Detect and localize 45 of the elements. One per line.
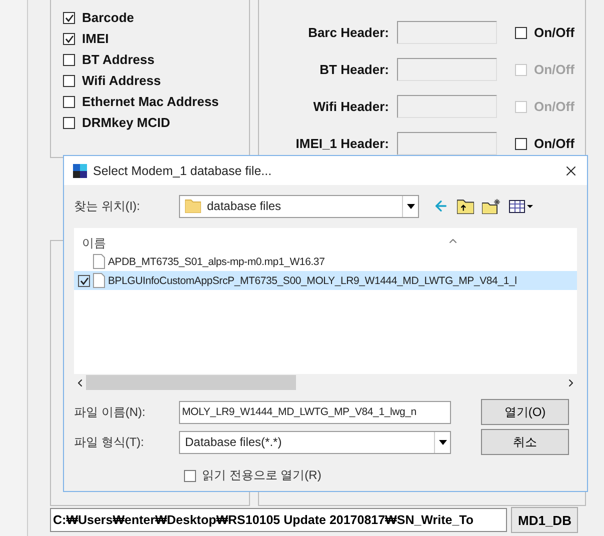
folder-icon bbox=[185, 199, 201, 213]
name-column-header[interactable]: 이름 bbox=[82, 235, 106, 252]
read-only-checkbox[interactable]: 읽기 전용으로 열기(R) bbox=[184, 467, 577, 484]
header-label: IMEI_1 Header: bbox=[294, 136, 389, 151]
header-field[interactable] bbox=[397, 132, 497, 155]
back-icon[interactable] bbox=[433, 198, 449, 214]
folder-name: database files bbox=[207, 199, 282, 213]
cancel-button[interactable]: 취소 bbox=[481, 429, 569, 455]
view-menu-icon[interactable] bbox=[509, 200, 533, 212]
up-folder-icon[interactable] bbox=[457, 198, 474, 214]
dialog-title: Select Modem_1 database file... bbox=[93, 164, 273, 178]
dropdown-arrow-icon bbox=[406, 204, 414, 208]
option-checkbox[interactable]: Ethernet Mac Address bbox=[63, 94, 249, 109]
check-icon bbox=[64, 34, 74, 42]
header-field[interactable] bbox=[397, 21, 497, 44]
header-label: BT Header: bbox=[318, 62, 389, 77]
app-icon bbox=[72, 162, 88, 178]
header-field[interactable] bbox=[397, 58, 497, 81]
header-label: Wifi Header: bbox=[312, 99, 389, 114]
open-button[interactable]: 열기(O) bbox=[481, 399, 569, 425]
file-item[interactable]: APDB_MT6735_S01_alps-mp-m0.mp1_W16.37 bbox=[74, 252, 577, 271]
new-folder-icon[interactable] bbox=[482, 198, 501, 214]
header-label: Barc Header: bbox=[307, 25, 389, 40]
option-checkbox[interactable]: Wifi Address bbox=[63, 73, 249, 88]
md1-db-button[interactable]: MD1_DB bbox=[511, 507, 578, 533]
dropdown-arrow-icon bbox=[438, 440, 446, 444]
file-type-label: 파일 형식(T): bbox=[74, 434, 145, 450]
check-icon bbox=[64, 14, 74, 22]
check-icon bbox=[80, 276, 88, 284]
path-field[interactable]: C:₩Users₩enter₩Desktop₩RS10105 Update 20170817₩SN_Write_To bbox=[50, 508, 507, 532]
on-off-checkbox[interactable]: On/Off bbox=[515, 136, 574, 151]
file-name-label: 파일 이름(N): bbox=[74, 404, 146, 420]
file-icon bbox=[93, 273, 105, 288]
option-checkbox[interactable]: Barcode bbox=[63, 10, 249, 25]
option-checkbox[interactable]: IMEI bbox=[63, 31, 249, 46]
file-item[interactable]: BPLGUInfoCustomAppSrcP_MT6735_S00_MOLY_LR9_W1444_MD_LWTG_MP_V84_1_l bbox=[74, 271, 577, 290]
look-in-dropdown[interactable]: database files bbox=[179, 194, 419, 218]
file-type-dropdown[interactable]: Database files(*.*) bbox=[179, 430, 451, 454]
on-off-checkbox[interactable]: On/Off bbox=[515, 25, 574, 40]
header-field[interactable] bbox=[397, 95, 497, 118]
look-in-label: 찾는 위치(I): bbox=[74, 198, 141, 214]
file-name-field[interactable]: MOLY_LR9_W1444_MD_LWTG_MP_V84_1_lwg_n bbox=[179, 400, 451, 424]
file-icon bbox=[93, 254, 105, 269]
option-checkbox[interactable]: BT Address bbox=[63, 52, 249, 67]
option-checkbox[interactable]: DRMkey MCID bbox=[63, 115, 249, 130]
